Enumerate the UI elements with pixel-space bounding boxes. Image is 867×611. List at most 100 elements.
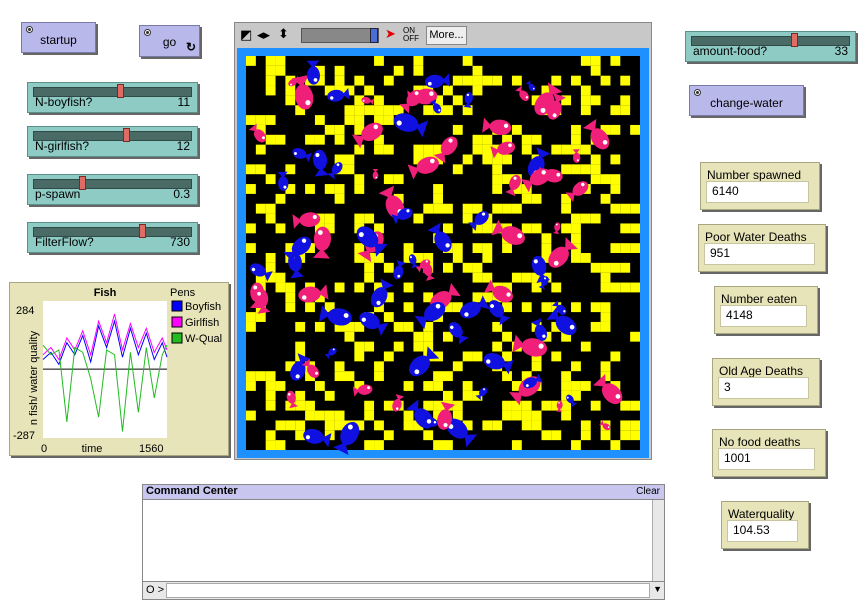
food-patch (531, 193, 542, 204)
food-patch (265, 85, 276, 96)
food-patch (374, 144, 384, 155)
food-patch (472, 243, 483, 253)
food-patch (383, 115, 394, 125)
food-patch (580, 105, 591, 116)
output-area[interactable] (143, 500, 652, 581)
food-patch (482, 134, 493, 145)
food-patch (334, 184, 345, 194)
step-icon[interactable]: ◂▸ (257, 27, 270, 43)
food-patch (590, 213, 601, 224)
food-patch (590, 65, 601, 76)
onoff-toggle[interactable]: ON OFF (403, 27, 423, 43)
food-patch (590, 400, 601, 411)
food-patch (265, 390, 276, 401)
food-patch (364, 400, 375, 411)
food-patch (462, 262, 473, 273)
food-patch (275, 65, 286, 76)
slider-value: 33 (834, 44, 848, 58)
slider-knob[interactable] (139, 224, 147, 238)
food-patch (511, 272, 522, 283)
x-min-tick: 0 (41, 443, 47, 455)
food-patch (561, 410, 572, 421)
food-patch (423, 430, 434, 441)
food-patch (452, 75, 463, 86)
food-patch (403, 243, 414, 253)
food-patch (413, 56, 424, 66)
food-patch (620, 223, 631, 234)
food-patch (541, 233, 552, 244)
food-patch (305, 134, 315, 145)
clear-button[interactable]: Clear (636, 486, 660, 497)
food-patch (590, 302, 601, 313)
food-patch (452, 253, 463, 263)
slider-knob[interactable] (122, 128, 130, 142)
food-patch (590, 174, 601, 185)
food-patch (383, 75, 394, 86)
food-patch (334, 361, 345, 372)
food-patch (511, 400, 522, 411)
food-patch (423, 203, 434, 214)
speed-knob[interactable] (370, 28, 378, 43)
output-scrollbar[interactable] (652, 500, 664, 581)
food-patch (630, 203, 640, 214)
go-button[interactable]: go ↻ (139, 25, 200, 57)
food-patch (364, 341, 375, 352)
startup-button[interactable]: startup (21, 22, 96, 53)
food-patch (551, 282, 562, 293)
food-patch (275, 440, 286, 450)
command-center-title: Command Center (146, 485, 238, 497)
food-patch (246, 223, 256, 234)
food-patch (275, 420, 286, 431)
food-patch (571, 302, 581, 313)
more-button[interactable]: More... (426, 26, 467, 45)
food-patch (492, 341, 503, 352)
food-patch (246, 381, 256, 391)
slider-knob[interactable] (791, 33, 799, 47)
food-patch (295, 341, 306, 352)
legend-label: Girlfish (185, 317, 219, 329)
food-patch (571, 233, 581, 244)
world-view[interactable] (237, 48, 649, 458)
legend-label: Boyfish (185, 301, 221, 313)
food-patch (433, 381, 443, 391)
legend-label: W-Qual (185, 333, 222, 345)
food-patch (630, 282, 640, 293)
command-input[interactable] (166, 583, 650, 598)
slider-filterflow[interactable]: FilterFlow? 730 (27, 222, 198, 253)
food-patch (482, 154, 493, 165)
food-patch (354, 75, 365, 86)
food-patch (561, 371, 572, 382)
food-patch (324, 213, 335, 224)
slider-n-girlfish[interactable]: N-girlfish? 12 (27, 126, 198, 157)
contract-icon[interactable]: ◩ (240, 27, 252, 43)
food-patch (265, 134, 276, 145)
food-patch (383, 144, 394, 155)
dropdown-icon[interactable]: ▼ (653, 584, 662, 594)
food-patch (462, 381, 473, 391)
change-water-button[interactable]: change-water (689, 85, 804, 116)
slider-knob[interactable] (116, 84, 124, 98)
food-patch (246, 321, 256, 332)
monitor-label: Waterquality (728, 507, 795, 521)
monitor-waterquality: Waterquality 104.53 (721, 501, 809, 549)
slider-label: N-girlfish? (35, 139, 90, 153)
food-patch (383, 312, 394, 322)
arrows-icon[interactable]: ⬍ (278, 26, 289, 42)
food-patch (502, 243, 512, 253)
food-patch (374, 361, 384, 372)
food-patch (354, 351, 365, 362)
speed-slider[interactable] (301, 28, 379, 43)
slider-amount-food[interactable]: amount-food? 33 (685, 31, 856, 62)
food-patch (403, 321, 414, 332)
food-patch (511, 75, 522, 86)
slider-p-spawn[interactable]: p-spawn 0.3 (27, 174, 198, 205)
food-patch (344, 164, 355, 175)
food-patch (295, 390, 306, 401)
slider-n-boyfish[interactable]: N-boyfish? 11 (27, 82, 198, 113)
food-patch (443, 371, 453, 382)
food-patch (452, 243, 463, 253)
monitor-poor-water-deaths: Poor Water Deaths 951 (698, 224, 826, 272)
food-patch (571, 361, 581, 372)
food-patch (334, 371, 345, 382)
food-patch (561, 144, 572, 155)
